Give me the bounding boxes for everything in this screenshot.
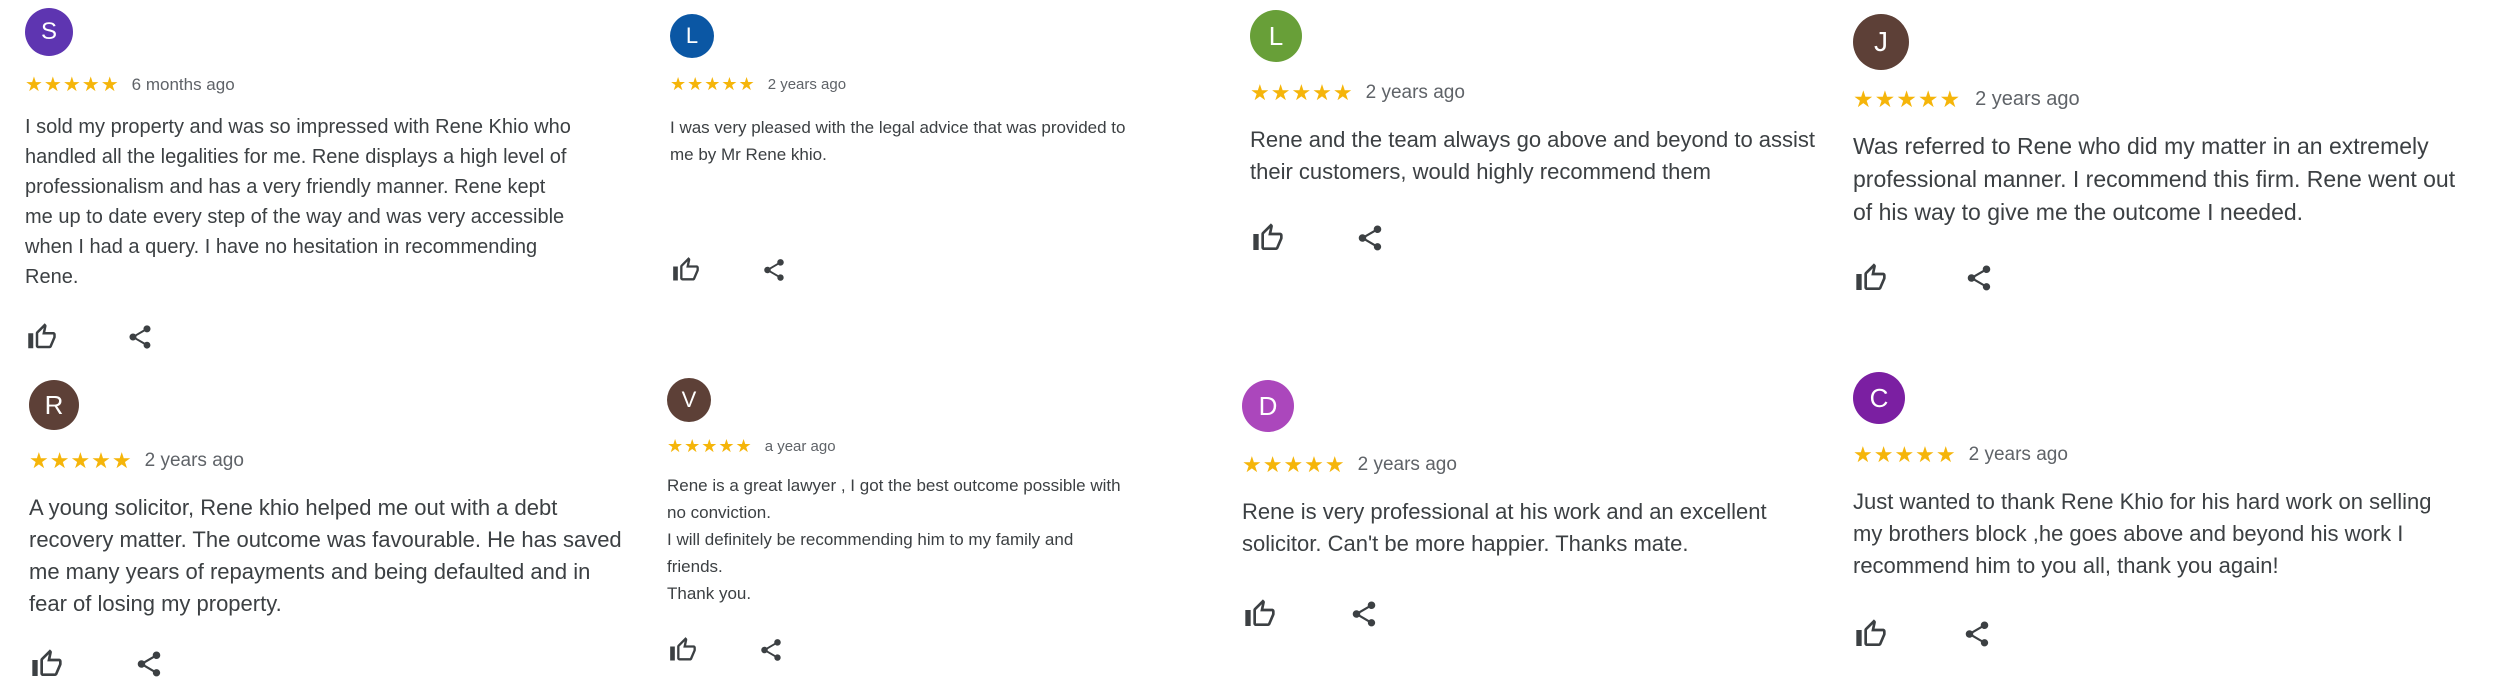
review-text: Rene is a great lawyer , I got the best … bbox=[667, 476, 1121, 603]
avatar-initial: S bbox=[40, 18, 57, 45]
avatar[interactable]: L bbox=[1250, 10, 1302, 62]
avatar-initial: J bbox=[1874, 26, 1888, 57]
share-icon bbox=[1967, 265, 1991, 291]
avatar[interactable]: S bbox=[25, 8, 73, 56]
star-rating: ★★★★★ bbox=[1853, 86, 1962, 112]
share-button[interactable] bbox=[755, 634, 787, 666]
star-rating: ★★★★★ bbox=[1250, 80, 1354, 105]
review-time: 6 months ago bbox=[131, 74, 235, 94]
avatar[interactable]: J bbox=[1853, 14, 1909, 70]
star-rating: ★★★★★ bbox=[1242, 452, 1346, 477]
avatar-initial: R bbox=[44, 389, 64, 420]
share-icon bbox=[129, 325, 151, 349]
like-button[interactable] bbox=[29, 646, 65, 682]
avatar-initial: L bbox=[1268, 20, 1284, 51]
review-text: Rene and the team always go above and be… bbox=[1250, 127, 1816, 184]
review-time: 2 years ago bbox=[1357, 454, 1457, 475]
avatar[interactable]: L bbox=[670, 14, 714, 58]
like-button[interactable] bbox=[1853, 616, 1889, 652]
like-button[interactable] bbox=[667, 634, 699, 666]
like-button[interactable] bbox=[1853, 260, 1889, 296]
avatar-initial: D bbox=[1258, 390, 1278, 421]
review-time: a year ago bbox=[764, 438, 836, 455]
thumbs-up-icon bbox=[673, 257, 699, 281]
star-rating: ★★★★★ bbox=[29, 448, 133, 473]
avatar-initial: L bbox=[685, 23, 699, 48]
share-button[interactable] bbox=[758, 254, 790, 286]
share-icon bbox=[761, 639, 781, 661]
thumbs-up-icon bbox=[1856, 263, 1886, 290]
avatar[interactable]: R bbox=[29, 380, 79, 430]
share-button[interactable] bbox=[123, 320, 157, 354]
avatar-initial: V bbox=[681, 387, 697, 412]
like-button[interactable] bbox=[1250, 220, 1286, 256]
thumbs-up-icon bbox=[32, 649, 62, 676]
thumbs-up-icon bbox=[670, 637, 696, 661]
review-time: 2 years ago bbox=[1975, 88, 2080, 110]
review-text: Rene is very professional at his work an… bbox=[1242, 499, 1767, 556]
share-button[interactable] bbox=[1352, 220, 1388, 256]
thumbs-up-icon bbox=[1253, 223, 1283, 250]
avatar[interactable]: V bbox=[667, 378, 711, 422]
review-text: Was referred to Rene who did my matter i… bbox=[1853, 133, 2456, 225]
review-text: I was very pleased with the legal advice… bbox=[670, 118, 1126, 164]
share-button[interactable] bbox=[1346, 596, 1382, 632]
thumbs-up-icon bbox=[1245, 599, 1275, 626]
share-icon bbox=[764, 259, 784, 281]
star-rating: ★★★★★ bbox=[1853, 442, 1957, 467]
share-button[interactable] bbox=[131, 646, 167, 682]
review-text: I sold my property and was so impressed … bbox=[25, 116, 571, 288]
like-button[interactable] bbox=[25, 320, 59, 354]
review-time: 2 years ago bbox=[1968, 444, 2068, 465]
review-time: 2 years ago bbox=[767, 76, 847, 93]
avatar[interactable]: D bbox=[1242, 380, 1294, 432]
star-rating: ★★★★★ bbox=[670, 74, 756, 94]
review-text: A young solicitor, Rene khio helped me o… bbox=[29, 495, 622, 616]
avatar-initial: C bbox=[1869, 382, 1889, 413]
star-rating: ★★★★★ bbox=[667, 436, 753, 456]
like-button[interactable] bbox=[670, 254, 702, 286]
review-text: Just wanted to thank Rene Khio for his h… bbox=[1853, 489, 2432, 578]
share-icon bbox=[1358, 225, 1382, 251]
review-time: 2 years ago bbox=[1365, 82, 1465, 103]
thumbs-up-icon bbox=[1856, 619, 1886, 646]
star-rating: ★★★★★ bbox=[25, 74, 120, 96]
avatar[interactable]: C bbox=[1853, 372, 1905, 424]
review-time: 2 years ago bbox=[144, 450, 244, 471]
share-button[interactable] bbox=[1961, 260, 1997, 296]
share-icon bbox=[137, 651, 161, 677]
thumbs-up-icon bbox=[28, 323, 56, 349]
share-button[interactable] bbox=[1959, 616, 1995, 652]
share-icon bbox=[1965, 621, 1989, 647]
share-icon bbox=[1352, 601, 1376, 627]
like-button[interactable] bbox=[1242, 596, 1278, 632]
